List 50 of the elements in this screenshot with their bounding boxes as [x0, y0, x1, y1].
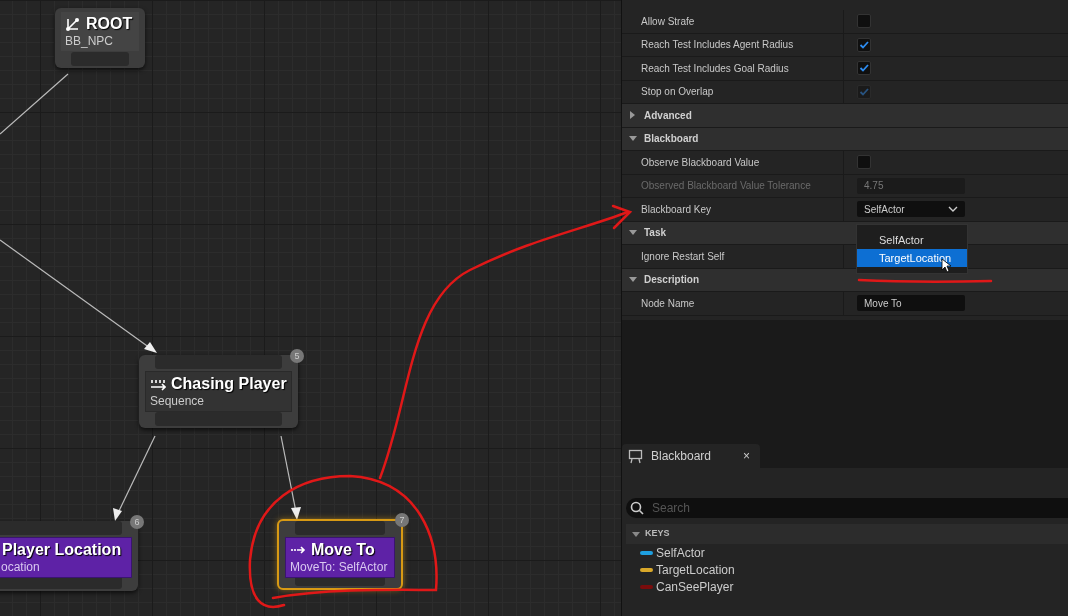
checkmark-icon — [859, 63, 869, 74]
blackboard-tab[interactable]: Blackboard × — [622, 444, 760, 468]
checkbox[interactable] — [857, 61, 871, 76]
node-title: ROOT — [86, 14, 133, 34]
search-icon — [630, 501, 644, 515]
chevron-down-icon — [948, 205, 958, 214]
section-header: KEYS — [645, 527, 670, 541]
number-field: 4.75 — [857, 177, 965, 194]
tree-node[interactable]: ROOT BB_NPC — [55, 8, 145, 68]
close-button[interactable]: × — [743, 447, 750, 465]
property-label: Reach Test Includes Goal Radius — [641, 61, 789, 76]
connector-line — [0, 73, 69, 135]
property-label: Task — [644, 226, 667, 241]
blackboard-key[interactable]: TargetLocation — [622, 561, 1068, 578]
branch-icon — [65, 16, 81, 32]
property-label: Blackboard — [644, 132, 699, 147]
node-subtitle: BB_NPC — [65, 34, 114, 49]
node-index: 7 — [395, 513, 409, 527]
property-label: Observe Blackboard Value — [641, 155, 760, 170]
connector-slot — [71, 52, 129, 66]
node-subtitle: ocation — [1, 560, 40, 575]
checkbox[interactable] — [857, 155, 871, 170]
checkbox[interactable] — [857, 37, 871, 52]
graph-canvas[interactable]: ROOT BB_NPC Chasing Player Sequence 5 Player Location ocation 6 Move To MoveTo: SelfActor 7 — [0, 0, 621, 616]
node-title: Move To — [311, 540, 375, 560]
property-label: Allow Strafe — [641, 14, 695, 29]
property-label: Description — [644, 273, 699, 288]
property-label: Observed Blackboard Value Tolerance — [641, 179, 811, 194]
expanded-caret-icon — [631, 529, 641, 539]
text-field[interactable]: Move To — [857, 295, 965, 312]
property-label: Stop on Overlap — [641, 85, 714, 100]
node-index: 5 — [290, 349, 304, 363]
checkmark-icon — [859, 39, 869, 50]
property-label: Ignore Restart Self — [641, 249, 725, 264]
dropdown-option[interactable]: TargetLocation — [857, 249, 967, 267]
node-title: Chasing Player — [171, 374, 287, 394]
blackboard-key[interactable]: CanSeePlayer — [622, 578, 1068, 595]
node-subtitle: Sequence — [150, 394, 205, 409]
property-label: Blackboard Key — [641, 202, 712, 217]
node-index: 6 — [130, 515, 144, 529]
property-label: Node Name — [641, 296, 695, 311]
dropdown-option[interactable]: SelfActor — [857, 231, 967, 249]
node-title: Player Location — [2, 540, 122, 560]
property-label: Reach Test Includes Agent Radius — [641, 38, 794, 53]
easel-icon — [628, 448, 643, 464]
checkbox[interactable] — [857, 14, 871, 29]
property-label: Advanced — [644, 108, 692, 123]
blackboard-key[interactable]: SelfActor — [622, 544, 1068, 561]
node-subtitle: MoveTo: SelfActor — [290, 560, 388, 575]
dropdown[interactable]: SelfActor — [857, 201, 965, 218]
